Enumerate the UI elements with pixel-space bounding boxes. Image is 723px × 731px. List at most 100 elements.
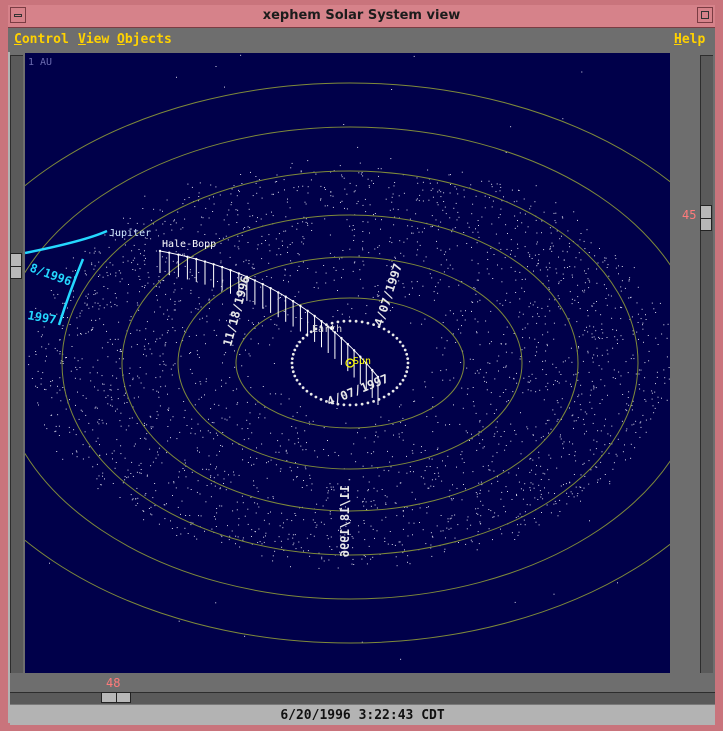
asteroid-dot [399,482,401,484]
elevation-slider-track[interactable] [700,55,713,673]
asteroid-dot [161,334,163,336]
asteroid-dot [607,264,609,266]
asteroid-dot [315,271,317,273]
asteroid-dot [324,218,326,220]
asteroid-dot [65,357,66,359]
menu-help[interactable]: Help [674,32,705,47]
asteroid-dot [122,482,124,484]
asteroid-dot [196,350,198,352]
asteroid-dot [238,240,240,242]
left-scale-thumb[interactable] [10,253,22,279]
asteroid-dot [596,301,597,302]
asteroid-dot [137,263,139,265]
asteroid-dot [222,303,223,305]
asteroid-dot [344,188,346,190]
asteroid-dot [109,338,111,340]
menu-objects[interactable]: Objects [117,32,172,47]
asteroid-dot [310,179,312,181]
left-scale-track[interactable] [10,55,23,673]
azimuth-slider-thumb[interactable] [101,692,131,703]
asteroid-dot [436,247,438,249]
earth-orbit-point [382,395,386,399]
asteroid-dot [185,476,187,478]
asteroid-dot [572,443,574,445]
asteroid-dot [35,351,37,352]
asteroid-dot [149,448,151,450]
asteroid-dot [150,428,152,430]
asteroid-dot [626,403,628,405]
asteroid-dot [130,316,132,318]
asteroid-dot [601,354,603,356]
asteroid-dot [343,124,345,125]
asteroid-dot [663,324,665,326]
asteroid-dot [460,362,462,363]
asteroid-dot [250,456,251,458]
asteroid-dot [200,383,202,385]
asteroid-dot [407,535,409,537]
asteroid-dot [107,275,109,277]
menu-view[interactable]: View [78,32,109,47]
asteroid-dot [531,469,532,471]
asteroid-dot [190,292,192,294]
asteroid-dot [84,302,86,304]
asteroid-dot [429,182,431,184]
asteroid-dot [208,469,210,471]
asteroid-dot [530,205,532,207]
asteroid-dot [640,369,642,371]
maximize-icon[interactable] [697,7,713,23]
asteroid-dot [198,192,200,194]
asteroid-dot [537,313,538,315]
asteroid-dot [272,496,274,498]
asteroid-dot [577,493,579,494]
asteroid-dot [230,204,232,206]
asteroid-dot [482,426,484,428]
asteroid-dot [362,476,364,478]
asteroid-dot [305,415,307,417]
window-frame-left[interactable] [0,0,8,731]
asteroid-dot [615,258,617,260]
asteroid-dot [478,236,480,238]
asteroid-dot [94,407,96,409]
asteroid-dot [282,245,283,247]
asteroid-dot [437,191,439,193]
asteroid-dot [499,214,501,216]
asteroid-dot [431,215,433,217]
asteroid-dot [288,281,289,283]
hale-bopp-label: Hale-Bopp [162,239,216,250]
asteroid-dot [362,465,364,467]
asteroid-dot [261,325,263,327]
asteroid-dot [106,304,108,306]
asteroid-dot [505,152,507,153]
asteroid-dot [366,508,368,510]
asteroid-dot [125,392,126,394]
asteroid-dot [568,357,570,359]
asteroid-dot [298,541,300,543]
asteroid-dot [374,248,376,250]
asteroid-dot [137,502,139,504]
title-bar[interactable]: xephem Solar System view [8,5,715,28]
asteroid-dot [417,249,419,251]
asteroid-dot [172,260,174,262]
asteroid-dot [323,427,325,429]
asteroid-dot [251,432,253,434]
asteroid-dot [476,549,478,551]
asteroid-dot [353,443,355,445]
asteroid-dot [349,225,351,227]
asteroid-dot [531,258,533,259]
asteroid-dot [524,524,526,526]
elevation-slider-thumb[interactable] [700,205,712,231]
earth-orbit-point [319,398,323,401]
asteroid-dot [555,212,557,214]
window-frame-right[interactable] [715,0,723,731]
asteroid-dot [250,496,252,498]
asteroid-dot [375,423,377,425]
solar-system-plot[interactable]: Sun Earth Jupiter Hale-Bopp 8/1996 1997 … [25,53,670,673]
asteroid-dot [272,215,274,217]
asteroid-dot [213,422,215,424]
asteroid-dot [325,272,327,274]
asteroid-dot [505,299,507,301]
asteroid-dot [554,413,556,415]
menu-control[interactable]: Control [14,32,69,47]
asteroid-dot [148,343,150,345]
asteroid-dot [430,226,432,228]
